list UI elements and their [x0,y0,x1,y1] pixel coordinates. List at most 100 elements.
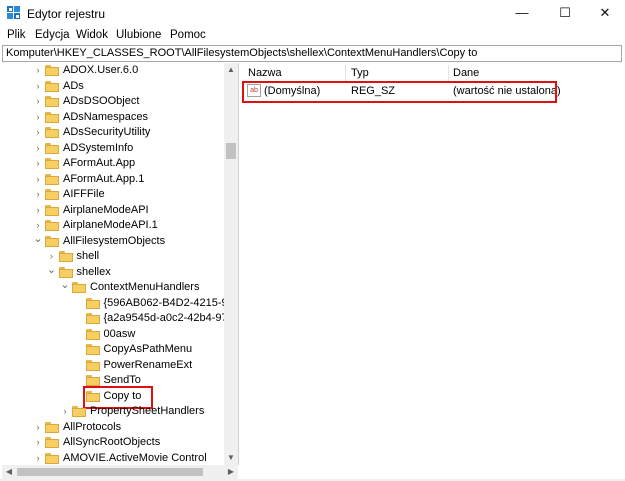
chevron-right-icon[interactable]: › [33,172,43,187]
chevron-down-icon[interactable]: ⌄ [47,264,57,280]
folder-icon [45,437,59,448]
folder-icon [85,344,100,355]
folder-icon [45,189,59,200]
column-separator[interactable] [448,65,449,81]
chevron-right-icon[interactable]: › [33,218,43,233]
chevron-right-icon[interactable]: › [60,404,70,419]
tree-item-label: 00asw [103,327,136,340]
chevron-right-icon[interactable]: › [33,451,43,466]
chevron-right-icon[interactable]: › [33,63,43,78]
address-bar[interactable]: Komputer\HKEY_CLASSES_ROOT\AllFilesystem… [2,45,622,62]
tree-item-label: ADs [63,79,84,92]
folder-icon [72,282,86,293]
folder-icon [45,111,59,123]
chevron-right-icon[interactable]: › [33,141,43,156]
tree-item-label: AllFilesystemObjects [63,234,166,247]
tree-item[interactable]: › AFormAut.App [2,156,224,172]
chevron-down-icon[interactable]: ⌄ [60,280,70,295]
menu-plik[interactable]: Plik [7,29,26,41]
tree-item[interactable]: ⌄ AllFilesystemObjects [2,233,224,250]
scroll-left-icon[interactable]: ◀ [2,465,16,479]
registry-editor-icon [7,6,20,19]
menu-widok[interactable]: Widok [76,29,108,41]
chevron-right-icon[interactable]: › [33,125,43,140]
title-bar: Edytor rejestru — ☐ ✕ [0,0,625,26]
tree-item-label: ADOX.User.6.0 [63,64,139,76]
tree-scroll-thumb[interactable] [226,143,236,159]
menu-edycja[interactable]: Edycja [35,29,70,41]
tree-item[interactable]: › AirplaneModeAPI.1 [2,218,224,234]
scroll-down-icon[interactable]: ▼ [224,451,238,465]
menu-pomoc[interactable]: Pomoc [170,29,206,41]
chevron-right-icon[interactable]: › [33,156,43,171]
tree-item-label: AirplaneModeAPI.1 [63,219,158,231]
tree-item[interactable]: {a2a9545d-a0c2-42b4-9708 [2,311,224,327]
tree-item[interactable]: › AirplaneModeAPI [2,203,224,219]
value-row-highlight [242,81,557,103]
folder-icon [45,142,59,154]
folder-icon [45,158,59,169]
tree-item[interactable]: › ADs [2,79,224,95]
close-button[interactable]: ✕ [587,0,623,26]
tree-item[interactable]: › PropertySheetHandlers [2,404,224,420]
tree-item[interactable]: › ADOX.User.6.0 [2,63,224,79]
tree-item-label: PowerRenameExt [103,358,193,371]
tree-item[interactable]: › ADsDSOObject [2,94,224,110]
tree-item-label: {596AB062-B4D2-4215-9F7 [103,296,225,309]
folder-icon [45,65,59,76]
folder-icon [58,266,73,278]
tree-item[interactable]: › AllProtocols [2,420,224,436]
tree-item-label: PropertySheetHandlers [90,405,205,417]
chevron-right-icon[interactable]: › [33,94,43,109]
tree-item[interactable]: › ADSystemInfo [2,141,224,157]
minimize-button[interactable]: — [504,0,540,26]
tree-item[interactable]: ⌄ shellex [2,264,224,281]
tree-item[interactable]: 00asw [2,327,224,343]
tree-item[interactable]: › shell [2,249,224,265]
chevron-right-icon[interactable]: › [33,110,43,125]
tree-item-label: AMOVIE.ActiveMovie Control [63,451,207,464]
chevron-down-icon[interactable]: ⌄ [33,233,43,249]
tree-item[interactable]: › ADsNamespaces [2,110,224,126]
tree-hscroll-thumb[interactable] [17,468,203,476]
tree-item[interactable]: ⌄ ContextMenuHandlers [2,280,224,296]
folder-icon [85,297,100,309]
tree-item[interactable]: › AFormAut.App.1 [2,172,224,188]
tree-item-label: ADsSecurityUtility [63,126,151,138]
column-separator[interactable] [345,65,346,81]
scroll-right-icon[interactable]: ▶ [224,465,238,479]
chevron-right-icon[interactable]: › [33,435,43,450]
folder-icon [72,406,86,417]
folder-icon [45,127,59,138]
tree-item[interactable]: › ADsSecurityUtility [2,125,224,141]
tree-item[interactable]: › AIFFFile [2,187,224,203]
chevron-right-icon[interactable]: › [47,249,57,264]
chevron-right-icon[interactable]: › [33,420,43,435]
folder-icon [45,80,59,92]
folder-icon [45,173,59,185]
key-tree: › ADOX.User.6.0 › ADs › ADsDSOObject › ADsNames… [2,63,224,465]
folder-icon [85,375,100,386]
column-header-type[interactable]: Typ [351,65,369,81]
tree-vertical-scrollbar[interactable]: ▲ ▼ [224,63,238,465]
folder-icon [45,204,59,216]
tree-item-label: {a2a9545d-a0c2-42b4-9708 [103,312,225,324]
chevron-right-icon[interactable]: › [33,203,43,218]
menu-ulubione[interactable]: Ulubione [116,29,161,41]
maximize-button[interactable]: ☐ [547,0,583,26]
folder-icon [45,421,59,433]
tree-item[interactable]: {596AB062-B4D2-4215-9F7 [2,296,224,312]
tree-item-label: AFormAut.App.1 [63,172,145,185]
column-header-data[interactable]: Dane [453,65,479,81]
scroll-up-icon[interactable]: ▲ [224,63,238,77]
tree-item[interactable]: › AMOVIE.ActiveMovie Control [2,451,224,466]
chevron-right-icon[interactable]: › [33,79,43,94]
tree-item[interactable]: › AllSyncRootObjects [2,435,224,451]
folder-icon [58,251,73,262]
chevron-right-icon[interactable]: › [33,187,43,202]
tree-item-label: AIFFFile [63,188,105,200]
tree-item[interactable]: PowerRenameExt [2,358,224,374]
tree-item[interactable]: CopyAsPathMenu [2,342,224,358]
column-header-name[interactable]: Nazwa [248,65,282,81]
tree-horizontal-scrollbar[interactable]: ◀ ▶ [2,465,238,479]
